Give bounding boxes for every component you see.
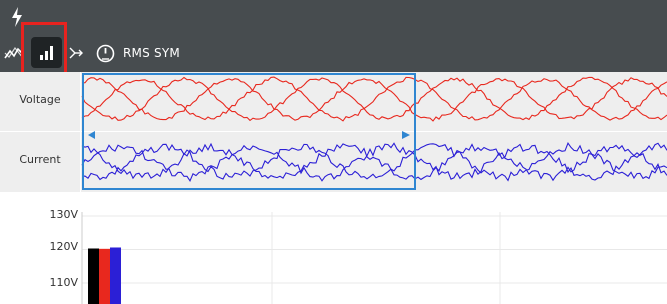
right-handle-icon[interactable] bbox=[402, 131, 410, 139]
bar-chart-panel: 130V 120V 110V bbox=[0, 192, 667, 304]
left-handle-icon[interactable] bbox=[88, 131, 96, 139]
sym-label[interactable]: SYM bbox=[154, 46, 180, 60]
bar-chart bbox=[81, 212, 667, 304]
rms-label[interactable]: RMS bbox=[123, 46, 150, 60]
time-window-selection[interactable] bbox=[82, 73, 416, 190]
bar bbox=[110, 247, 121, 304]
toolbar: RMS SYM bbox=[0, 0, 667, 72]
bar bbox=[99, 248, 110, 304]
bar bbox=[88, 248, 99, 304]
gauge-icon[interactable] bbox=[96, 44, 115, 63]
fork-icon[interactable] bbox=[68, 45, 84, 61]
